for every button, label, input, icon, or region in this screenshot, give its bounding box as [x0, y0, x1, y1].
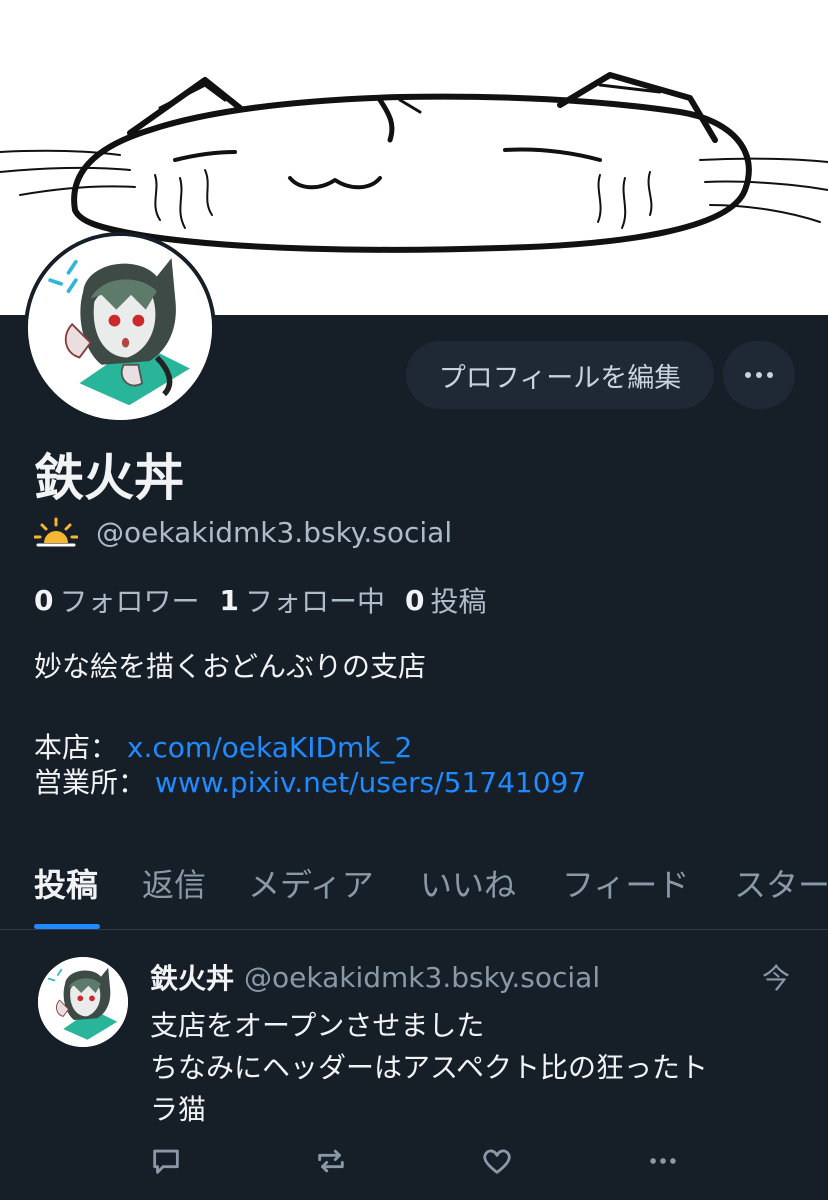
profile-display-name: 鉄火丼	[34, 449, 184, 507]
avatar-illustration	[28, 236, 212, 420]
followers-count: 0	[34, 583, 54, 617]
post-text-line: ラ猫	[150, 1093, 207, 1126]
post-actions	[0, 1141, 828, 1181]
profile-more-button[interactable]	[723, 341, 795, 409]
bio-link-pixiv[interactable]: www.pixiv.net/users/51741097	[155, 766, 586, 799]
edit-profile-button[interactable]: プロフィールを編集	[406, 341, 714, 409]
post-author-name[interactable]: 鉄火丼	[150, 957, 234, 997]
posts-label: 投稿	[430, 585, 487, 618]
profile-avatar[interactable]	[24, 232, 216, 424]
tab-feeds[interactable]: フィード	[562, 860, 689, 906]
active-tab-indicator	[34, 924, 100, 929]
post-author-handle[interactable]: @oekakidmk3.bsky.social	[244, 961, 600, 994]
post-text-line: ちなみにヘッダーはアスペクト比の狂ったト	[150, 1051, 709, 1084]
tab-media[interactable]: メディア	[248, 860, 374, 906]
bio-link-x[interactable]: x.com/oekaKIDmk_2	[127, 731, 412, 764]
bio-link-label: 本店：	[34, 731, 119, 764]
tab-starter-packs[interactable]: スター	[734, 860, 828, 906]
heart-icon	[483, 1149, 511, 1174]
following-label: フォロー中	[244, 585, 385, 618]
post-timestamp[interactable]: 今	[762, 957, 790, 997]
profile-handle-row: @oekakidmk3.bsky.social	[34, 512, 452, 552]
sunrise-icon	[34, 517, 78, 547]
posts-count: 0	[405, 583, 425, 617]
reply-icon	[153, 1149, 179, 1174]
more-dots-icon	[745, 372, 773, 378]
bio-link-row-branch: 営業所： www.pixiv.net/users/51741097	[34, 761, 586, 805]
post-author-avatar[interactable]	[38, 957, 128, 1047]
profile-bio: 妙な絵を描くおどんぶりの支店	[34, 650, 427, 683]
posts-stat: 0 投稿	[405, 580, 487, 620]
repost-button[interactable]	[311, 1141, 351, 1181]
more-dots-icon	[650, 1158, 676, 1164]
profile-stats: 0 フォロワー 1 フォロー中 0 投稿	[34, 578, 507, 622]
edit-profile-label: プロフィールを編集	[438, 362, 682, 394]
post-body: 支店をオープンさせました ちなみにヘッダーはアスペクト比の狂ったト ラ猫	[150, 1005, 810, 1131]
like-button[interactable]	[477, 1141, 517, 1181]
tab-likes[interactable]: いいね	[420, 860, 516, 906]
profile-tabs: 投稿 返信 メディア いいね フィード スター	[0, 850, 828, 930]
followers-stat[interactable]: 0 フォロワー	[34, 580, 200, 620]
profile-handle: @oekakidmk3.bsky.social	[96, 515, 453, 549]
repost-icon	[318, 1149, 344, 1173]
post-text-line: 支店をオープンさせました	[150, 1009, 485, 1042]
tab-replies[interactable]: 返信	[142, 860, 206, 906]
post-header: 鉄火丼 @oekakidmk3.bsky.social	[150, 957, 600, 997]
avatar-illustration	[38, 957, 128, 1047]
followers-label: フォロワー	[59, 585, 200, 618]
tab-posts[interactable]: 投稿	[34, 860, 98, 906]
feed-post[interactable]: 鉄火丼 @oekakidmk3.bsky.social 今 支店をオープンさせま…	[0, 931, 828, 1200]
bio-link-label: 営業所：	[34, 766, 147, 799]
following-count: 1	[219, 583, 239, 617]
reply-button[interactable]	[146, 1141, 186, 1181]
post-more-button[interactable]	[643, 1141, 683, 1181]
following-stat[interactable]: 1 フォロー中	[220, 580, 386, 620]
